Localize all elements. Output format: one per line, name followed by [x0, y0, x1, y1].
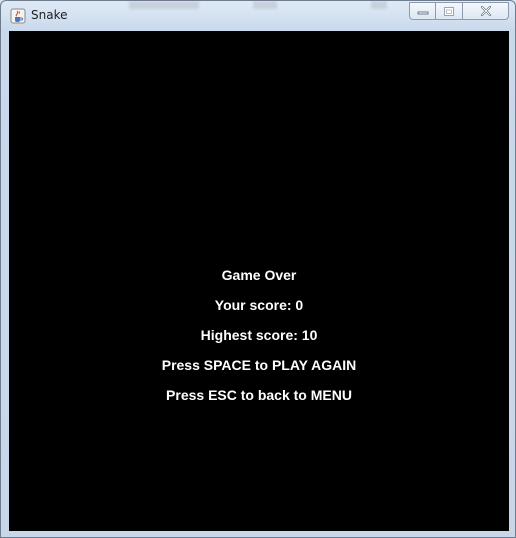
minimize-icon	[417, 11, 428, 15]
play-again-hint: Press SPACE to PLAY AGAIN	[161, 357, 357, 373]
snake-window: Snake Game Over Your score: 0 Highest sc…	[0, 0, 516, 538]
back-to-menu-hint: Press ESC to back to MENU	[166, 387, 352, 403]
close-icon	[480, 5, 491, 17]
maximize-button[interactable]	[435, 2, 462, 20]
minimize-button[interactable]	[409, 2, 435, 20]
maximize-icon	[444, 6, 454, 16]
title-bar[interactable]: Snake	[1, 1, 515, 31]
game-over-text: Game Over	[221, 267, 297, 283]
close-button[interactable]	[462, 2, 509, 20]
highest-score-text: Highest score: 10	[200, 327, 318, 343]
your-score-text: Your score: 0	[214, 297, 304, 313]
java-cup-icon	[10, 8, 26, 24]
game-canvas[interactable]: Game Over Your score: 0 Highest score: 1…	[9, 31, 509, 531]
window-title: Snake	[31, 8, 68, 22]
